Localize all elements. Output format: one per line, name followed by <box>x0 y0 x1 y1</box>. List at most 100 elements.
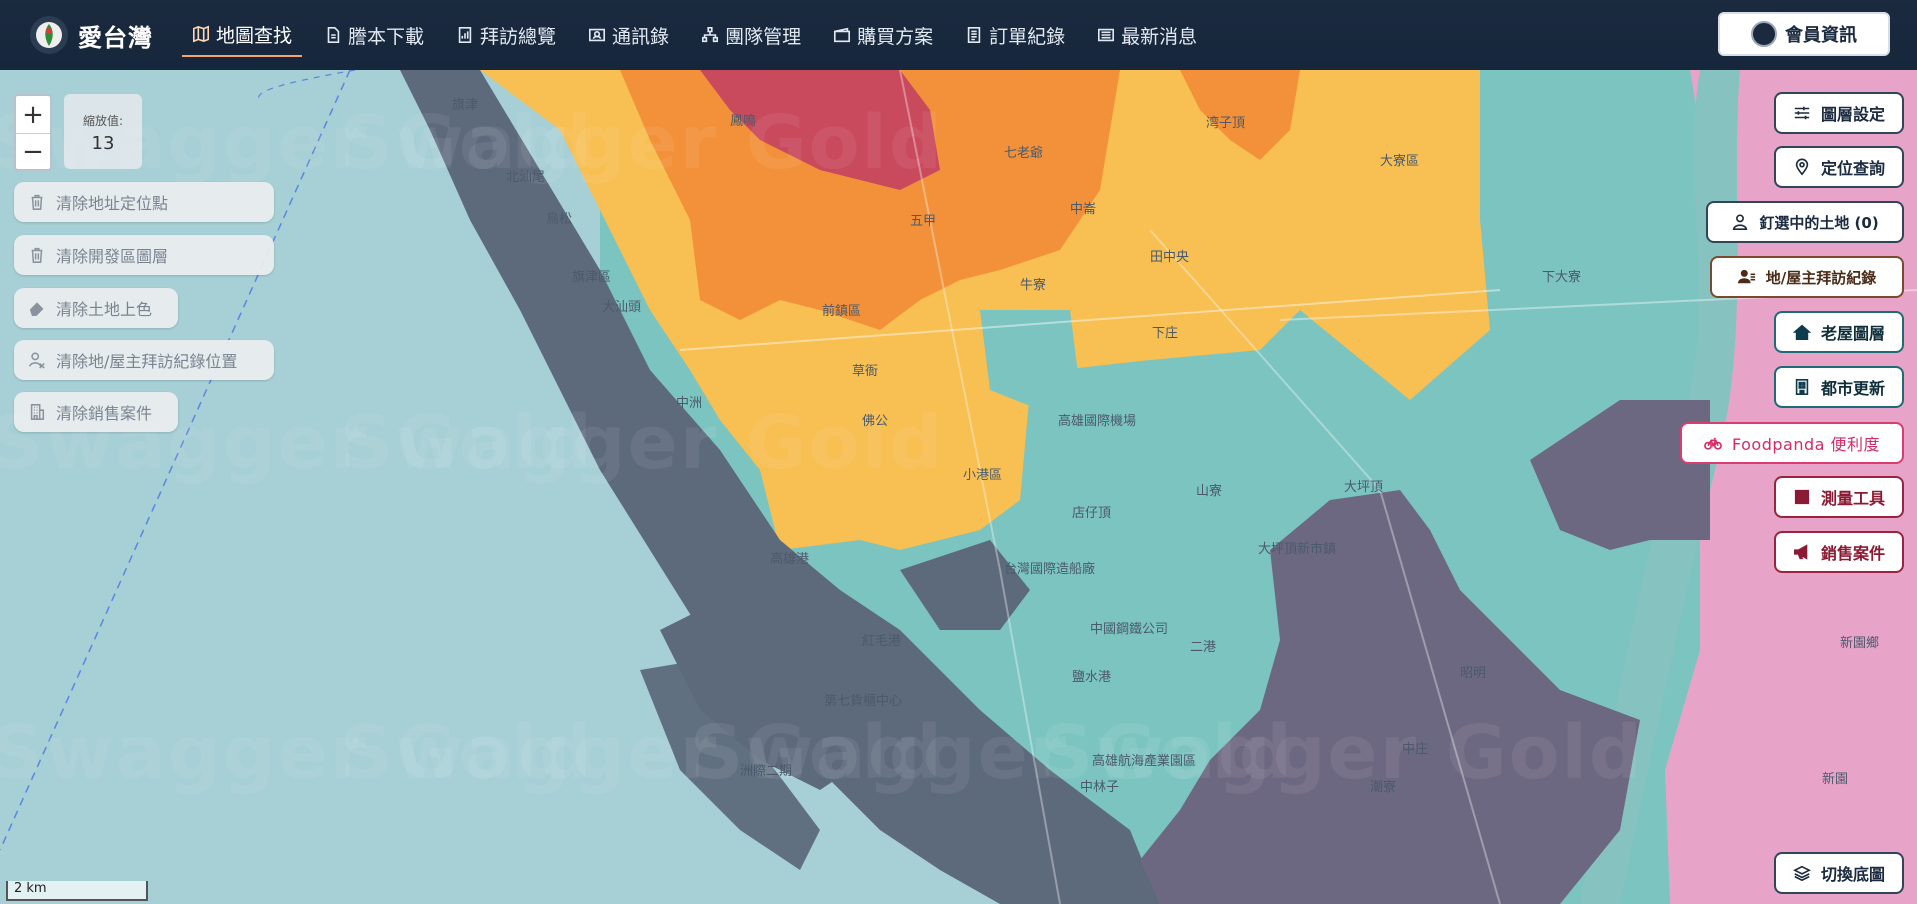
nav-purchase-plan[interactable]: 購買方案 <box>823 13 943 57</box>
nav-team-management[interactable]: 團隊管理 <box>691 13 811 57</box>
map-label: 湾子頂 <box>1206 116 1246 131</box>
map-icon <box>192 25 210 43</box>
sales-cases-button[interactable]: 銷售案件 <box>1774 531 1904 573</box>
clear-owner-visit-locations-button[interactable]: 清除地/屋主拜訪紀錄位置 <box>14 340 274 380</box>
map-label: 店仔頂 <box>1072 506 1112 521</box>
layer-settings-button[interactable]: 圖層設定 <box>1774 92 1904 134</box>
button-label: Foodpanda 便利度 <box>1731 435 1881 454</box>
nav-order-records[interactable]: 訂單紀錄 <box>955 13 1075 57</box>
old-house-layer-button[interactable]: 老屋圖層 <box>1774 311 1904 353</box>
map-label: 山寮 <box>1196 484 1223 499</box>
old-house-icon <box>1792 324 1811 341</box>
map-label: 新園鄉 <box>1840 636 1880 651</box>
nav-transcript-download[interactable]: 謄本下載 <box>314 13 434 57</box>
pinned-land-button[interactable]: 釘選中的土地 (0) <box>1706 201 1904 243</box>
button-label: 測量工具 <box>1820 489 1885 508</box>
clear-land-color-button[interactable]: 清除土地上色 <box>14 288 178 328</box>
map-label: 下庄 <box>1152 326 1179 341</box>
map-label: 中林子 <box>1080 780 1120 795</box>
member-info-button[interactable]: 會員資訊 <box>1718 12 1890 56</box>
clear-address-pin-button[interactable]: 清除地址定位點 <box>14 182 274 222</box>
map-label: 潮寮 <box>1370 780 1397 795</box>
zoom-out-button[interactable]: − <box>16 133 50 170</box>
map-label: 鹽水港 <box>1072 670 1112 685</box>
foodpanda-convenience-button[interactable]: Foodpanda 便利度 <box>1680 422 1904 464</box>
button-label: 清除土地上色 <box>56 300 153 319</box>
zoom-control: + − <box>14 94 52 171</box>
map-label: 昭明 <box>1460 666 1487 681</box>
map-label: 紅毛港 <box>862 634 902 649</box>
map-label: 高雄航海產業園區 <box>1092 754 1197 769</box>
map-label: 前鎮區 <box>822 304 862 319</box>
nav-label: 購買方案 <box>857 25 934 48</box>
zoom-level-label: 縮放值: <box>82 114 124 128</box>
map-label: 小港區 <box>963 468 1003 483</box>
location-search-button[interactable]: 定位查詢 <box>1774 146 1904 188</box>
clear-dev-zone-layer-button[interactable]: 清除開發區圖層 <box>14 235 274 275</box>
map-label: 七老爺 <box>1004 146 1044 161</box>
zoom-in-button[interactable]: + <box>16 96 50 133</box>
trash-icon <box>31 194 43 210</box>
newspaper-icon <box>1098 28 1115 42</box>
nav-label: 謄本下載 <box>348 25 425 48</box>
map-label: 中崙 <box>1070 202 1097 217</box>
nav-visit-overview[interactable]: 拜訪總覽 <box>446 13 566 57</box>
button-label: 清除開發區圖層 <box>56 247 169 266</box>
map-label: 高雄國際機場 <box>1058 414 1137 429</box>
nav-label: 訂單紀錄 <box>989 25 1066 48</box>
owner-visit-records-button[interactable]: 地/屋主拜訪紀錄 <box>1710 256 1904 298</box>
user-list-icon <box>1737 269 1755 284</box>
button-label: 都市更新 <box>1820 379 1885 398</box>
map-label: 洲際二期 <box>740 764 793 779</box>
top-navigation-bar: 愛台灣 地圖查找 謄本下載 拜訪總覽 通訊錄 團隊管理 購買方案 訂單紀錄 最新… <box>0 0 1917 70</box>
nav-label: 通訊錄 <box>612 25 670 48</box>
map-label: 烏松 <box>546 212 573 227</box>
brand[interactable]: 愛台灣 <box>30 16 182 54</box>
map-label: 佛公 <box>862 414 889 429</box>
measure-tool-button[interactable]: 測量工具 <box>1774 476 1904 518</box>
urban-renewal-button[interactable]: 都市更新 <box>1774 366 1904 408</box>
map-label: 新園 <box>1822 772 1849 787</box>
button-label: 釘選中的土地 (0) <box>1759 213 1879 232</box>
watermark: Swagger Gold <box>340 400 944 486</box>
map-label: 牛寮 <box>1020 278 1047 293</box>
button-label: 清除銷售案件 <box>56 404 153 423</box>
wallet-icon <box>834 27 851 43</box>
map-label: 第七貨櫃中心 <box>824 694 903 709</box>
map-canvas[interactable]: Swagger Gold Swagger Gold Swagger Gold S… <box>0 70 1917 904</box>
button-label: 清除地址定位點 <box>56 194 169 213</box>
pinned-user-icon <box>1733 214 1748 231</box>
sliders-icon <box>1794 106 1810 120</box>
map-label: 五甲 <box>910 214 937 229</box>
clear-sales-cases-button[interactable]: 清除銷售案件 <box>14 392 178 432</box>
map-label: 高雄港 <box>770 552 810 567</box>
watermark: Swagger Gold <box>340 100 944 186</box>
map-label: 大汕頭 <box>602 300 642 315</box>
nav-latest-news[interactable]: 最新消息 <box>1087 13 1207 57</box>
nav-label: 拜訪總覽 <box>480 25 557 48</box>
zoom-level-value: 13 <box>91 133 115 154</box>
map-label: 中洲 <box>676 396 703 411</box>
nav-map-search[interactable]: 地圖查找 <box>182 13 303 57</box>
member-info-label: 會員資訊 <box>1785 25 1857 46</box>
map-label: 中國鋼鐵公司 <box>1090 622 1169 637</box>
location-pin-icon <box>1795 158 1809 176</box>
eraser-icon <box>29 302 44 316</box>
map-label: 鳳鳴 <box>730 114 757 129</box>
map-label: 草衙 <box>852 364 879 379</box>
building-icon <box>1795 378 1809 396</box>
megaphone-icon <box>1793 544 1808 560</box>
layers-icon <box>1792 865 1811 882</box>
org-chart-icon <box>702 26 719 43</box>
contact-card-icon <box>589 28 606 42</box>
button-label: 切換底圖 <box>1820 865 1885 884</box>
button-label: 清除地/屋主拜訪紀錄位置 <box>56 352 238 371</box>
switch-basemap-button[interactable]: 切換底圖 <box>1774 852 1904 894</box>
nav-contacts[interactable]: 通訊錄 <box>578 13 679 57</box>
map-label: 大寮區 <box>1380 154 1420 169</box>
receipt-icon <box>967 26 981 44</box>
ruler-icon <box>1794 489 1810 505</box>
map-label: 二港 <box>1190 640 1217 655</box>
map-label: 北汕尾 <box>506 170 546 185</box>
brand-name: 愛台灣 <box>78 23 153 52</box>
